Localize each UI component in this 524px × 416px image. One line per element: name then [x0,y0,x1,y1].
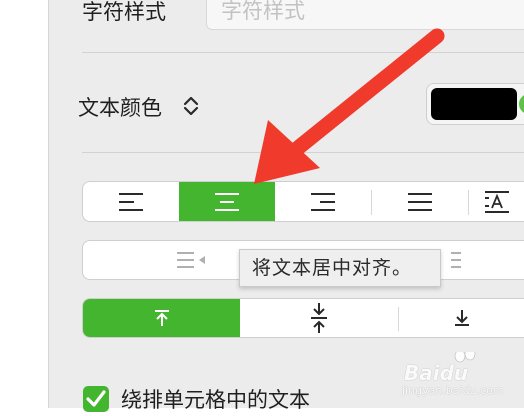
left-strip [0,0,49,408]
increase-indent-icon [451,252,461,268]
align-middle-icon [311,303,327,333]
character-style-field[interactable]: 字符样式 [206,0,524,30]
decrease-indent-icon [177,252,205,268]
vertical-alignment-control [82,298,524,338]
wrap-text-label: 绕排单元格中的文本 [121,388,310,412]
align-right-icon [311,192,335,211]
align-center-icon [215,192,239,211]
wrap-text-checkbox[interactable] [83,386,109,412]
align-top-button[interactable] [83,299,240,337]
align-justify-icon [408,192,432,211]
align-auto-icon [485,190,509,213]
align-right-button[interactable] [275,182,371,221]
divider [82,52,524,53]
color-swatch[interactable] [431,88,517,120]
checkmark-icon [86,390,106,407]
watermark-brand: Baidu [404,361,469,385]
align-left-button[interactable] [83,182,179,221]
align-auto-button[interactable] [469,182,524,221]
align-top-icon [154,310,169,326]
align-middle-button[interactable] [240,299,398,337]
horizontal-alignment-control [82,181,524,222]
divider [82,152,524,153]
decrease-indent-button[interactable] [143,241,239,279]
chevron-updown-icon[interactable] [182,94,200,118]
character-style-label: 字符样式 [82,0,166,24]
watermark-sub: jingyan.baidu.com [402,384,504,397]
align-center-button[interactable] [179,182,275,221]
align-bottom-icon [455,310,469,326]
align-left-icon [119,192,143,211]
align-bottom-button[interactable] [399,299,524,337]
tooltip: 将文本居中对齐。 [239,249,441,287]
text-color-well[interactable] [426,83,524,125]
color-picker-icon[interactable] [519,94,524,114]
text-color-label: 文本颜色 [78,96,162,120]
align-justify-button[interactable] [372,182,468,221]
